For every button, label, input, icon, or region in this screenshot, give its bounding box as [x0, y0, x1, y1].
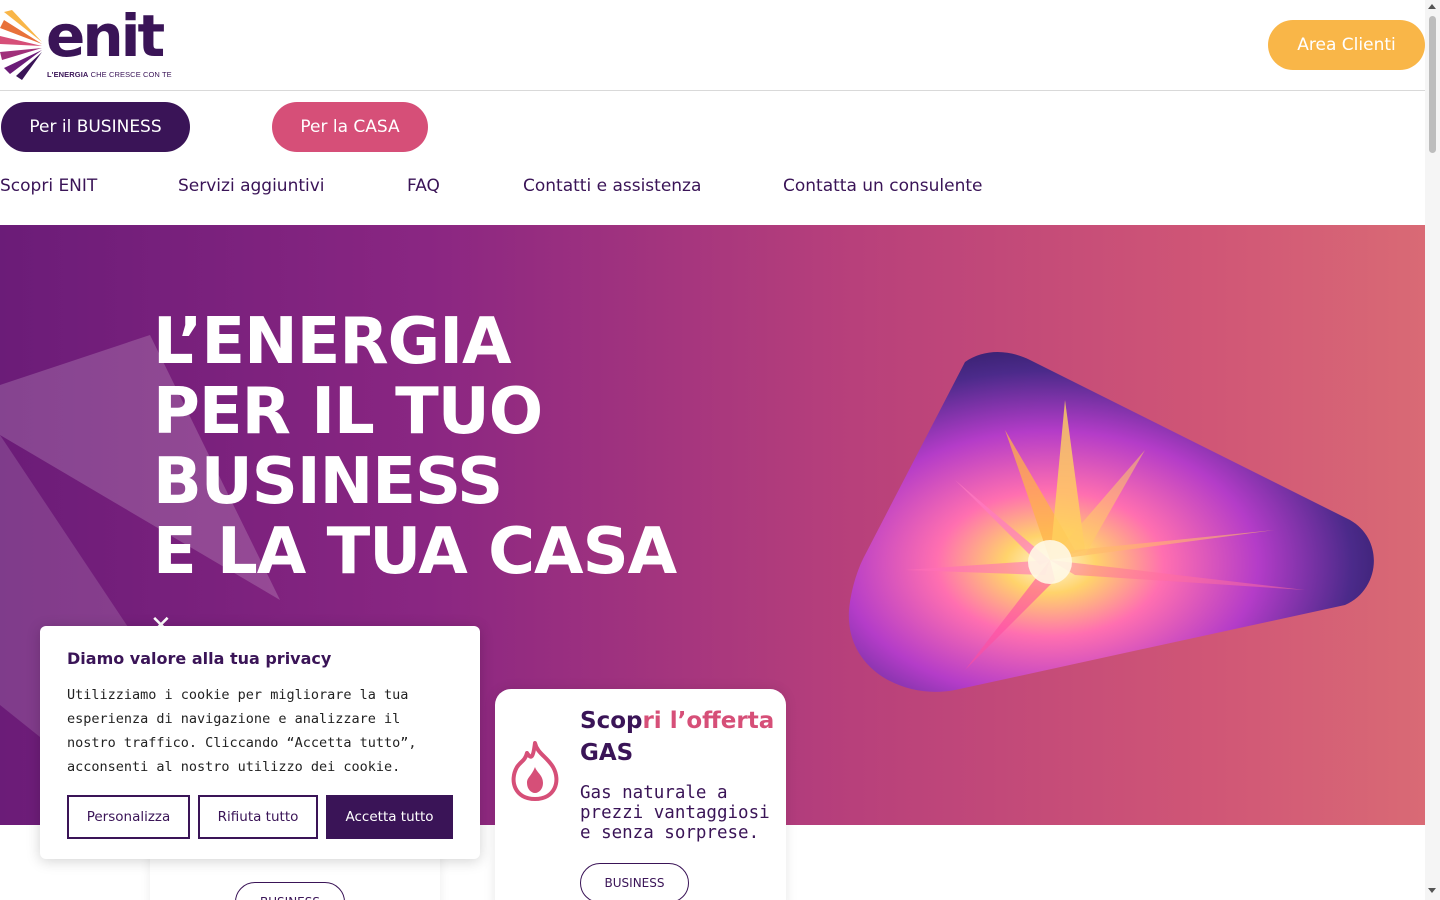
logo-wordmark: enit [46, 2, 165, 70]
cookie-title: Diamo valore alla tua privacy [67, 649, 332, 668]
cookie-consent-banner: Diamo valore alla tua privacy Utilizziam… [40, 626, 480, 859]
cookie-text: Utilizziamo i cookie per migliorare la t… [67, 687, 417, 775]
cookie-customize-button[interactable]: Personalizza [67, 795, 190, 839]
hero-flower-image [848, 352, 1374, 692]
cookie-accept-button[interactable]: Accetta tutto [326, 795, 453, 839]
nav-item-scopri-enit[interactable]: Scopri ENIT [0, 176, 97, 196]
scrollbar-thumb[interactable] [1429, 16, 1436, 153]
page-scrollbar[interactable] [1425, 0, 1440, 900]
per-la-casa-button[interactable]: Per la CASA [272, 102, 428, 152]
offer-gas-title: Scopri l’offerta GAS [580, 708, 775, 766]
cookie-reject-button[interactable]: Rifiuta tutto [198, 795, 318, 839]
area-clienti-button[interactable]: Area Clienti [1268, 20, 1425, 70]
logo-tagline: L'ENERGIA CHE CRESCE CON TE [47, 70, 172, 79]
scroll-down-arrow-icon[interactable] [1428, 888, 1436, 893]
flame-icon [511, 741, 559, 801]
nav-item-servizi-aggiuntivi[interactable]: Servizi aggiuntivi [178, 176, 325, 196]
top-header: enit L'ENERGIA CHE CRESCE CON TE Area Cl… [0, 0, 1425, 91]
offer-gas-description: Gas naturale a prezzi vantaggiosi e senz… [580, 783, 770, 843]
nav-item-contatta-consulente[interactable]: Contatta un consulente [783, 176, 982, 196]
nav-item-faq[interactable]: FAQ [407, 176, 440, 196]
offer-luce-business-button[interactable]: BUSINESS [235, 882, 345, 900]
per-il-business-button[interactable]: Per il BUSINESS [1, 102, 190, 152]
nav-item-contatti-assistenza[interactable]: Contatti e assistenza [523, 176, 701, 196]
hero-title: L’ENERGIA PER IL TUO BUSINESS E LA TUA C… [153, 305, 677, 589]
scroll-up-arrow-icon[interactable] [1428, 4, 1436, 9]
logo-sunburst-icon [0, 10, 42, 80]
enit-logo[interactable]: enit L'ENERGIA CHE CRESCE CON TE [0, 2, 175, 82]
offer-card-gas: Scopri l’offerta GAS Gas naturale a prez… [495, 689, 786, 900]
offer-gas-business-button[interactable]: BUSINESS [580, 863, 689, 900]
